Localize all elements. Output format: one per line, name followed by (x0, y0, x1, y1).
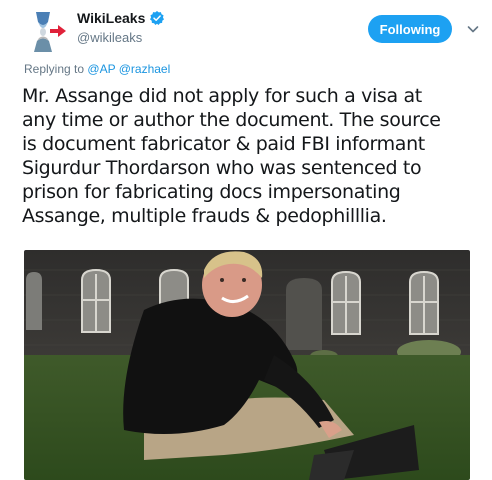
tweet-text: Mr. Assange did not apply for such a vis… (22, 85, 441, 227)
hourglass-logo-icon (34, 12, 66, 52)
replying-to-label: Replying to (24, 62, 85, 76)
tweet-photo[interactable] (24, 250, 470, 480)
mention-razhael[interactable]: @razhael (119, 62, 171, 76)
display-name[interactable]: WikiLeaks (77, 10, 145, 26)
chevron-down-icon[interactable] (466, 22, 480, 36)
tweet-header: WikiLeaks @wikileaks Following (0, 0, 492, 56)
avatar[interactable] (22, 8, 70, 56)
tweet-photo-image (24, 250, 470, 480)
replying-to: Replying to @AP @razhael (24, 62, 170, 76)
verified-badge-icon (150, 11, 165, 25)
account-name-row[interactable]: WikiLeaks (77, 10, 165, 26)
mention-ap[interactable]: @AP (87, 62, 115, 76)
following-button[interactable]: Following (368, 15, 452, 43)
account-handle[interactable]: @wikileaks (77, 30, 142, 45)
